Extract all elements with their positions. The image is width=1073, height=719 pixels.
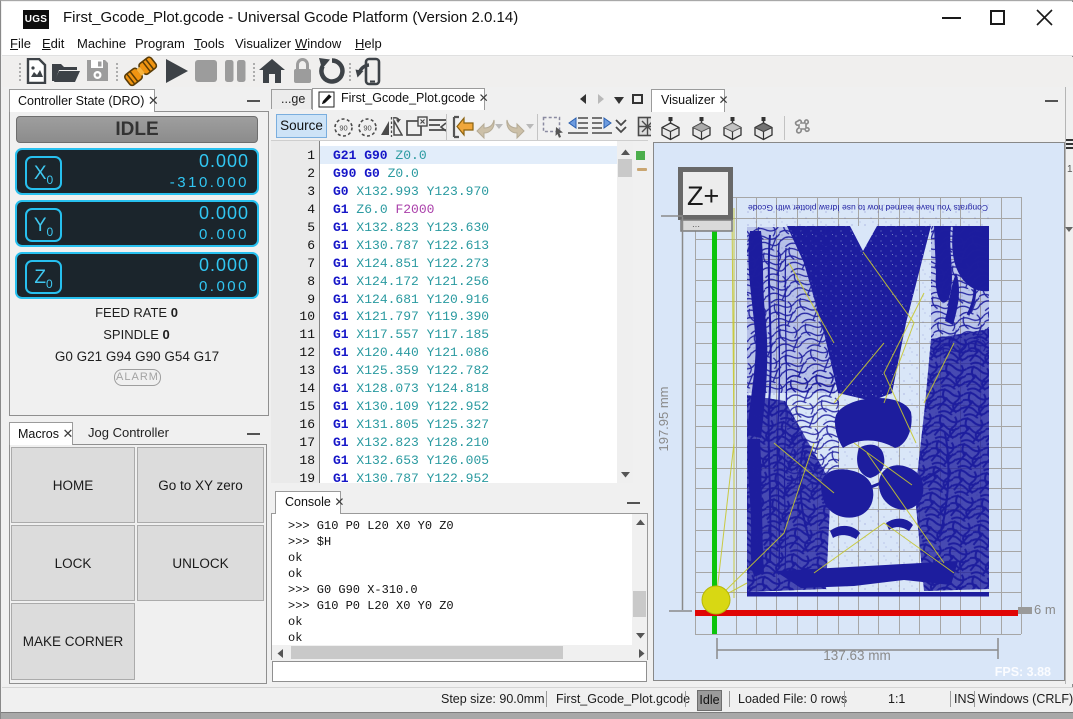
svg-text:···: ··· bbox=[692, 222, 700, 231]
svg-text:FPS: 3.88: FPS: 3.88 bbox=[995, 665, 1051, 679]
svg-text:90: 90 bbox=[339, 124, 347, 133]
svg-text:Congrats You have learned how: Congrats You have learned how to use Idr… bbox=[748, 203, 988, 213]
svg-text:137.63 mm: 137.63 mm bbox=[823, 648, 891, 663]
svg-text:6 m: 6 m bbox=[1034, 602, 1056, 617]
svg-text:90: 90 bbox=[363, 124, 371, 133]
svg-text:Z+: Z+ bbox=[687, 181, 719, 211]
svg-text:197.95 mm: 197.95 mm bbox=[656, 386, 671, 451]
